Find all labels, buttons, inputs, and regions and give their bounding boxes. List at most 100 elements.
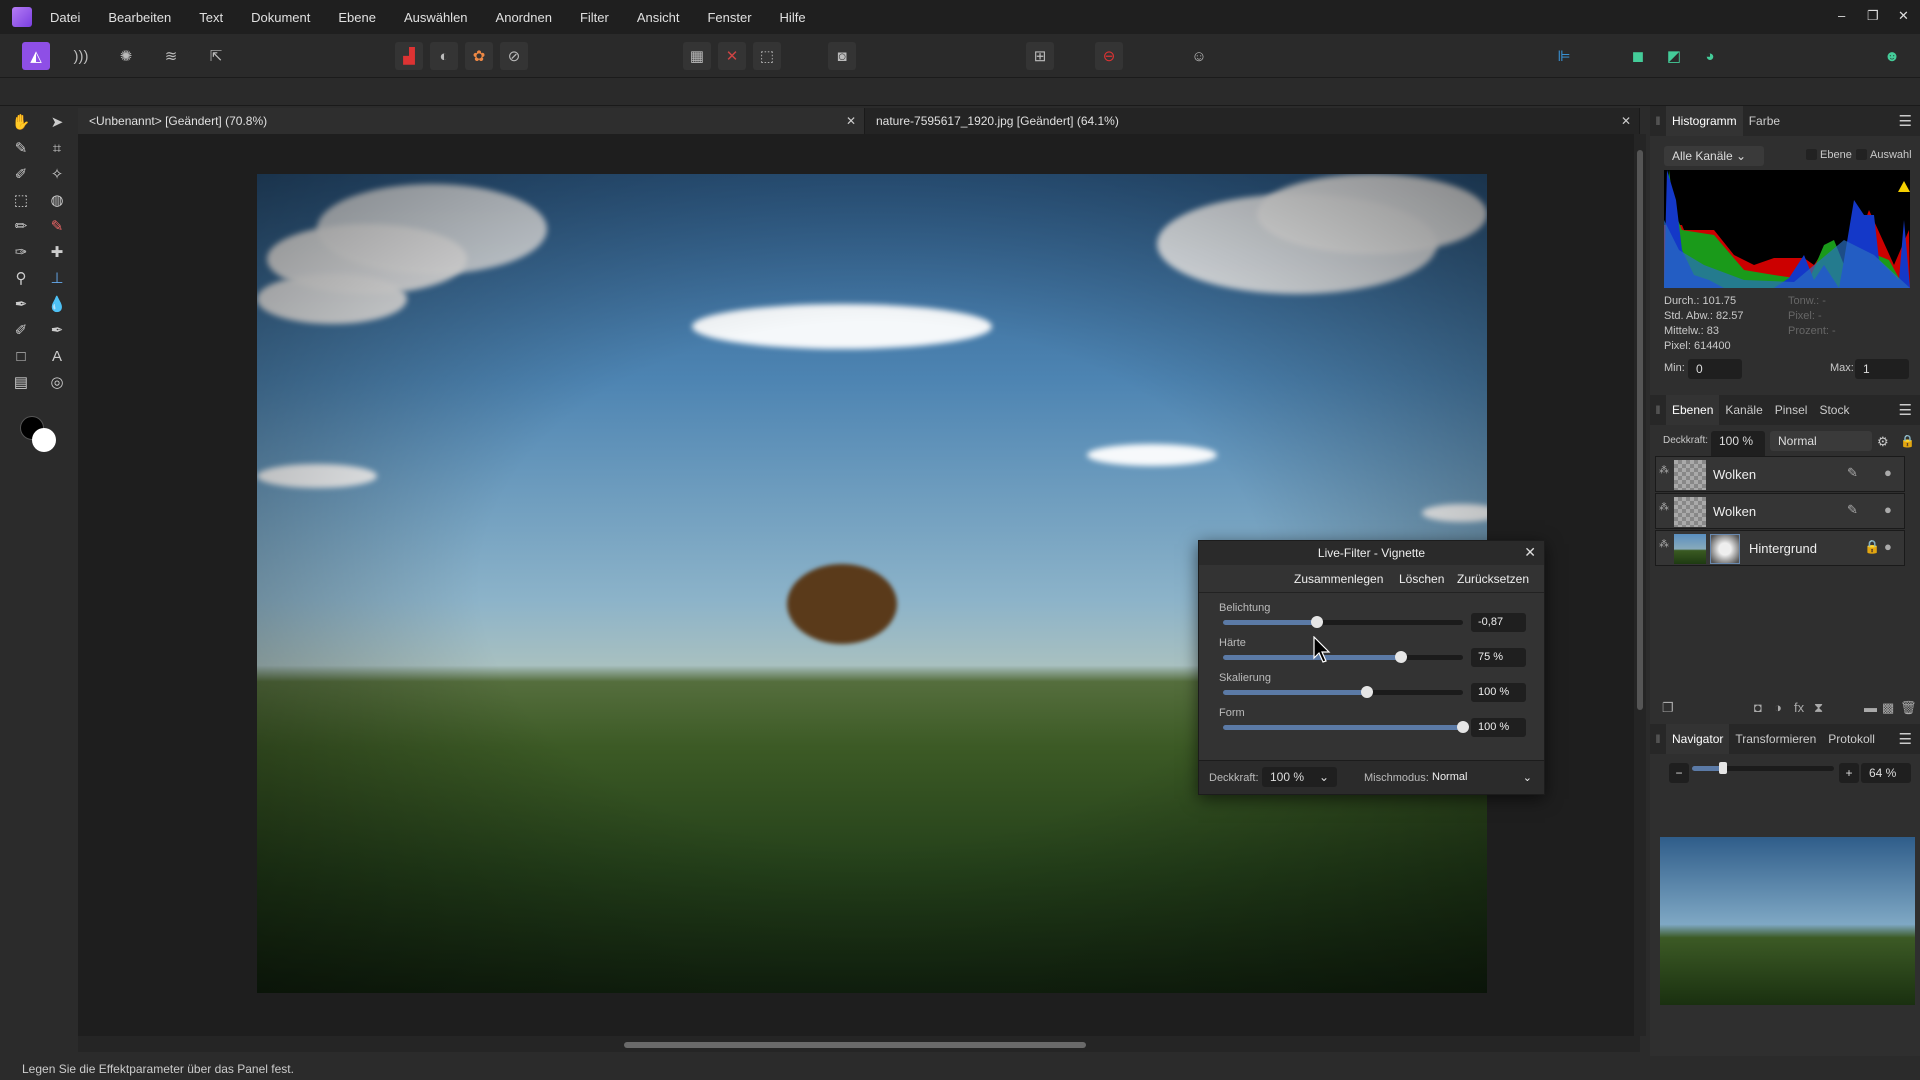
zoom-icon[interactable]: ◎ [46, 372, 68, 394]
close-window-button[interactable]: ✕ [1898, 8, 1909, 24]
delete-button[interactable]: Löschen [1399, 572, 1444, 586]
secondary-color-swatch[interactable] [32, 428, 56, 452]
zoom-slider-handle[interactable] [1719, 762, 1728, 774]
flood-fill-icon[interactable]: ◍ [46, 190, 68, 212]
selection-brush-icon[interactable]: ✐ [10, 164, 32, 186]
color-wheel-icon[interactable]: ✿ [465, 42, 493, 70]
zoom-in-button[interactable]: + [1839, 763, 1859, 783]
tab-nature[interactable]: nature-7595617_1920.jpg [Geändert] (64.1… [865, 108, 1640, 134]
text-tool-icon[interactable]: A [46, 346, 68, 368]
min-field[interactable]: 0 [1688, 359, 1742, 379]
grip-icon[interactable]: ‖ [1650, 114, 1666, 128]
menu-auswaehlen[interactable]: Auswählen [404, 10, 468, 25]
grip-icon[interactable]: ‖ [1650, 732, 1666, 746]
develop-persona-icon[interactable]: ✺ [112, 42, 140, 70]
adjustment-icon[interactable]: ◑ [1774, 700, 1782, 715]
layer-row[interactable]: ⁂ Wolken ✎ ● [1655, 493, 1905, 529]
visibility-dot-icon[interactable]: ● [1884, 502, 1892, 517]
ebene-checkbox[interactable] [1806, 149, 1817, 160]
assistant-icon[interactable]: ☺ [1185, 42, 1213, 70]
blur-icon[interactable]: 💧 [46, 294, 68, 316]
invert-selection-icon[interactable]: ⬚ [753, 42, 781, 70]
menu-ebene[interactable]: Ebene [338, 10, 376, 25]
menu-bearbeiten[interactable]: Bearbeiten [108, 10, 171, 25]
reset-button[interactable]: Zurücksetzen [1457, 572, 1529, 586]
blend-dropdown[interactable]: Normal ⌄ [1432, 771, 1532, 784]
slider-handle[interactable] [1361, 686, 1373, 698]
menu-dokument[interactable]: Dokument [251, 10, 310, 25]
trash-icon[interactable]: 🗑 [1900, 700, 1917, 716]
dodge-icon[interactable]: ✑ [10, 242, 32, 264]
live-filter-icon[interactable]: ⧗ [1814, 700, 1823, 716]
fx-icon[interactable]: fx [1794, 700, 1804, 715]
visibility-dot-icon[interactable]: ● [1884, 539, 1892, 554]
group-folder-icon[interactable]: ▬ [1864, 700, 1877, 715]
photo-persona-icon[interactable]: ◭ [22, 42, 50, 70]
close-tab-icon[interactable]: ✕ [846, 108, 856, 134]
rectangle-tool-icon[interactable]: □ [10, 346, 32, 368]
panel-menu-icon[interactable]: ☰ [1899, 401, 1912, 419]
layer-row[interactable]: ⁂ Hintergrund 🔒 ● [1655, 530, 1905, 566]
tab-unbenannt[interactable]: <Unbenannt> [Geändert] (70.8%) ✕ [78, 108, 865, 134]
effect-slider[interactable] [1223, 721, 1469, 733]
menu-hilfe[interactable]: Hilfe [780, 10, 806, 25]
arrange-icon[interactable]: ◩ [1660, 42, 1688, 70]
visibility-dot-icon[interactable]: ● [1884, 465, 1892, 480]
lock-icon[interactable]: 🔒 [1864, 539, 1880, 555]
hand-tool-icon[interactable]: ✋ [10, 112, 32, 134]
perspective-icon[interactable]: ▤ [10, 372, 32, 394]
white-balance-icon[interactable]: ⊘ [500, 42, 528, 70]
slider-value-field[interactable]: 100 % [1471, 718, 1526, 737]
layer-copy-icon[interactable]: ❐ [1662, 700, 1674, 716]
tab-transformieren[interactable]: Transformieren [1729, 724, 1822, 754]
snapping-icon[interactable]: ⊖ [1095, 42, 1123, 70]
clone-stamp-icon[interactable]: ⊥ [46, 268, 68, 290]
pen-tool-icon[interactable]: ✒ [46, 320, 68, 342]
channel-dropdown[interactable]: Alle Kanäle ⌄ [1664, 146, 1764, 166]
max-field[interactable]: 1 [1855, 359, 1909, 379]
slider-handle[interactable] [1394, 651, 1407, 663]
effect-slider[interactable] [1223, 616, 1463, 628]
mesh-warp-icon[interactable]: ✐ [10, 320, 32, 342]
share-icon[interactable]: ◕ [1696, 42, 1724, 70]
slider-handle[interactable] [1310, 616, 1323, 628]
tab-farbe[interactable]: Farbe [1743, 106, 1786, 136]
zoom-value[interactable]: 64 % [1861, 763, 1911, 783]
panel-menu-icon[interactable]: ☰ [1899, 112, 1912, 130]
tab-pinsel[interactable]: Pinsel [1769, 395, 1814, 425]
layer-blend-dropdown[interactable]: Normal [1770, 431, 1872, 451]
liquify-persona-icon[interactable]: ))) [67, 42, 95, 70]
opacity-dropdown[interactable]: 100 % ⌄ [1262, 767, 1337, 787]
tab-stock[interactable]: Stock [1813, 395, 1855, 425]
select-all-icon[interactable]: ▦ [683, 42, 711, 70]
tab-kanaele[interactable]: Kanäle [1719, 395, 1768, 425]
comment-icon[interactable]: ◼ [1624, 42, 1652, 70]
menu-text[interactable]: Text [199, 10, 223, 25]
drag-handle-icon[interactable]: ⁂ [1659, 502, 1669, 513]
tab-protokoll[interactable]: Protokoll [1822, 724, 1881, 754]
slider-value-field[interactable]: -0,87 [1471, 613, 1526, 632]
layer-row[interactable]: ⁂ Wolken ✎ ● [1655, 456, 1905, 492]
auto-contrast-icon[interactable]: ◐ [430, 42, 458, 70]
close-tab-icon[interactable]: ✕ [1621, 108, 1631, 134]
slider-value-field[interactable]: 75 % [1471, 648, 1526, 667]
zoom-out-button[interactable]: − [1669, 763, 1689, 783]
effect-slider[interactable] [1223, 686, 1463, 698]
align-icon[interactable]: ⊫ [1550, 42, 1578, 70]
lock-icon[interactable]: 🔒 [1900, 434, 1915, 448]
auswahl-checkbox[interactable] [1856, 149, 1867, 160]
menu-datei[interactable]: Datei [50, 10, 80, 25]
zoom-tool-icon[interactable]: ⚲ [10, 268, 32, 290]
export-persona-icon[interactable]: ⇱ [202, 42, 230, 70]
menu-fenster[interactable]: Fenster [707, 10, 751, 25]
merge-button[interactable]: Zusammenlegen [1294, 572, 1383, 586]
smudge-icon[interactable]: ✒ [10, 294, 32, 316]
color-picker-icon[interactable]: ✎ [10, 138, 32, 160]
deselect-icon[interactable]: ✕ [718, 42, 746, 70]
tone-mapping-persona-icon[interactable]: ≋ [157, 42, 185, 70]
zoom-slider[interactable] [1692, 762, 1834, 774]
eraser-icon[interactable]: ✎ [46, 216, 68, 238]
close-icon[interactable]: ✕ [1524, 544, 1536, 561]
menu-filter[interactable]: Filter [580, 10, 609, 25]
navigator-preview[interactable] [1660, 837, 1915, 1005]
